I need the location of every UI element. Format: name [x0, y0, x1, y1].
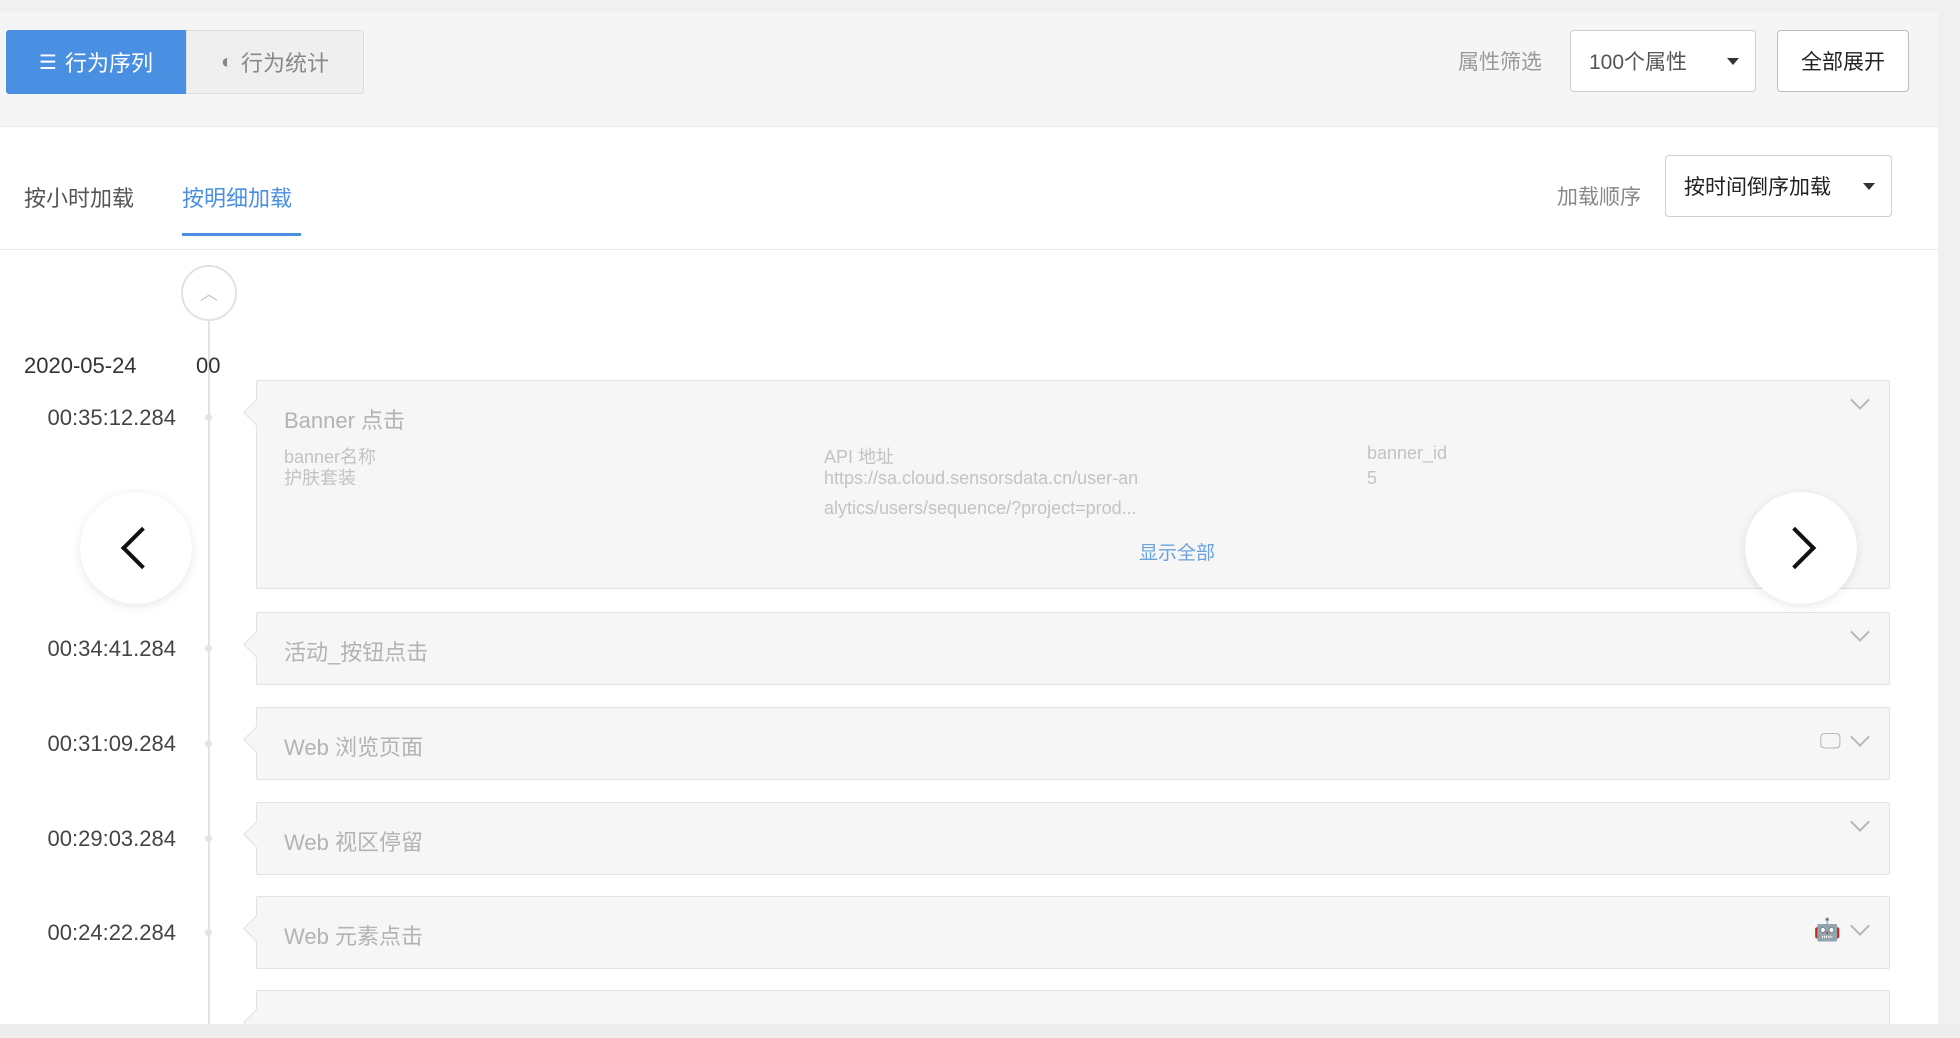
tab-behavior-stats-label: 行为统计 [241, 51, 330, 76]
event-card-partial[interactable] [256, 990, 1890, 1024]
chevron-down-icon[interactable] [1850, 727, 1870, 747]
caret-down-icon [1727, 58, 1739, 65]
event-card[interactable]: Web 视区停留 [256, 802, 1890, 875]
timeline-line [208, 320, 210, 1024]
active-tab-indicator [182, 233, 301, 236]
chevron-left-icon [120, 526, 164, 570]
user-sequence-panel: ☰ 行为序列 ◐ 行为统计 属性筛选 100个属性 全部展开 按小时加载 按明细… [0, 12, 1938, 1024]
load-order-select[interactable]: 按时间倒序加载 [1665, 155, 1892, 217]
previous-button[interactable] [80, 492, 192, 604]
event-title: Web 视区停留 [284, 830, 423, 855]
prop-value: https://sa.cloud.sensorsdata.cn/user-an [824, 468, 1139, 488]
chevron-down-icon[interactable] [1850, 622, 1870, 642]
event-card[interactable]: 活动_按钮点击 [256, 612, 1890, 685]
timeline-dot [205, 929, 212, 936]
timeline-hour: 00 [196, 353, 221, 378]
desktop-icon: 🖵 [1819, 728, 1841, 753]
event-title: Web 元素点击 [284, 924, 423, 949]
timeline-date: 2020-05-24 [24, 353, 137, 378]
event-time: 00:34:41.284 [47, 636, 176, 661]
event-time: 00:24:22.284 [47, 920, 176, 945]
prop-value: 护肤套装 [284, 468, 356, 488]
tab-behavior-stats[interactable]: ◐ 行为统计 [186, 30, 364, 94]
prop-key: banner_id [1367, 443, 1448, 463]
next-button[interactable] [1745, 492, 1857, 604]
chevron-up-icon: ︿ [200, 284, 218, 304]
attribute-filter-label: 属性筛选 [1458, 51, 1542, 74]
event-timeline: ︿ 2020-05-24 00 00:35:12.284 Banner 点击 b… [0, 250, 1938, 1024]
timeline-dot [205, 835, 212, 842]
scroll-up-button[interactable]: ︿ [181, 265, 237, 321]
pie-chart-icon: ◐ [220, 50, 234, 73]
load-order-value: 按时间倒序加载 [1684, 176, 1831, 199]
chevron-down-icon[interactable] [1850, 390, 1870, 410]
toolbar: ☰ 行为序列 ◐ 行为统计 属性筛选 100个属性 全部展开 [0, 12, 1938, 127]
load-mode-bar: 按小时加载 按明细加载 加载顺序 按时间倒序加载 [0, 127, 1938, 250]
event-title: 活动_按钮点击 [284, 640, 429, 665]
chevron-right-icon [1773, 526, 1817, 570]
chevron-down-icon[interactable] [1850, 812, 1870, 832]
event-title: Web 浏览页面 [284, 735, 423, 760]
attribute-filter-value: 100个属性 [1589, 51, 1688, 74]
timeline-dot [205, 740, 212, 747]
caret-down-icon [1863, 183, 1875, 190]
list-icon: ☰ [39, 51, 57, 74]
bottom-border [0, 1024, 1960, 1038]
chevron-down-icon[interactable] [1850, 916, 1870, 936]
event-card[interactable]: Web 浏览页面 🖵 [256, 707, 1890, 780]
event-time: 00:29:03.284 [47, 826, 176, 851]
attribute-filter-select[interactable]: 100个属性 [1570, 30, 1756, 92]
tab-load-by-hour[interactable]: 按小时加载 [24, 181, 134, 213]
event-card[interactable]: Web 元素点击 🤖 [256, 896, 1890, 969]
event-card-expanded[interactable]: Banner 点击 banner名称 护肤套装 API 地址 https://s… [256, 380, 1890, 589]
android-icon: 🤖 [1813, 917, 1841, 942]
tab-behavior-sequence[interactable]: ☰ 行为序列 [6, 30, 186, 94]
event-time: 00:35:12.284 [47, 405, 176, 430]
timeline-dot [205, 645, 212, 652]
prop-value: 5 [1367, 468, 1378, 488]
tab-behavior-sequence-label: 行为序列 [64, 51, 153, 76]
show-all-link[interactable]: 显示全部 [1139, 538, 1215, 565]
event-title: Banner 点击 [284, 408, 406, 433]
load-order-label: 加载顺序 [1557, 186, 1641, 209]
expand-all-button[interactable]: 全部展开 [1777, 30, 1909, 92]
event-time: 00:31:09.284 [47, 731, 176, 756]
tab-load-by-detail[interactable]: 按明细加载 [182, 181, 292, 213]
timeline-dot [205, 414, 212, 421]
prop-value: alytics/users/sequence/?project=prod... [824, 498, 1137, 518]
